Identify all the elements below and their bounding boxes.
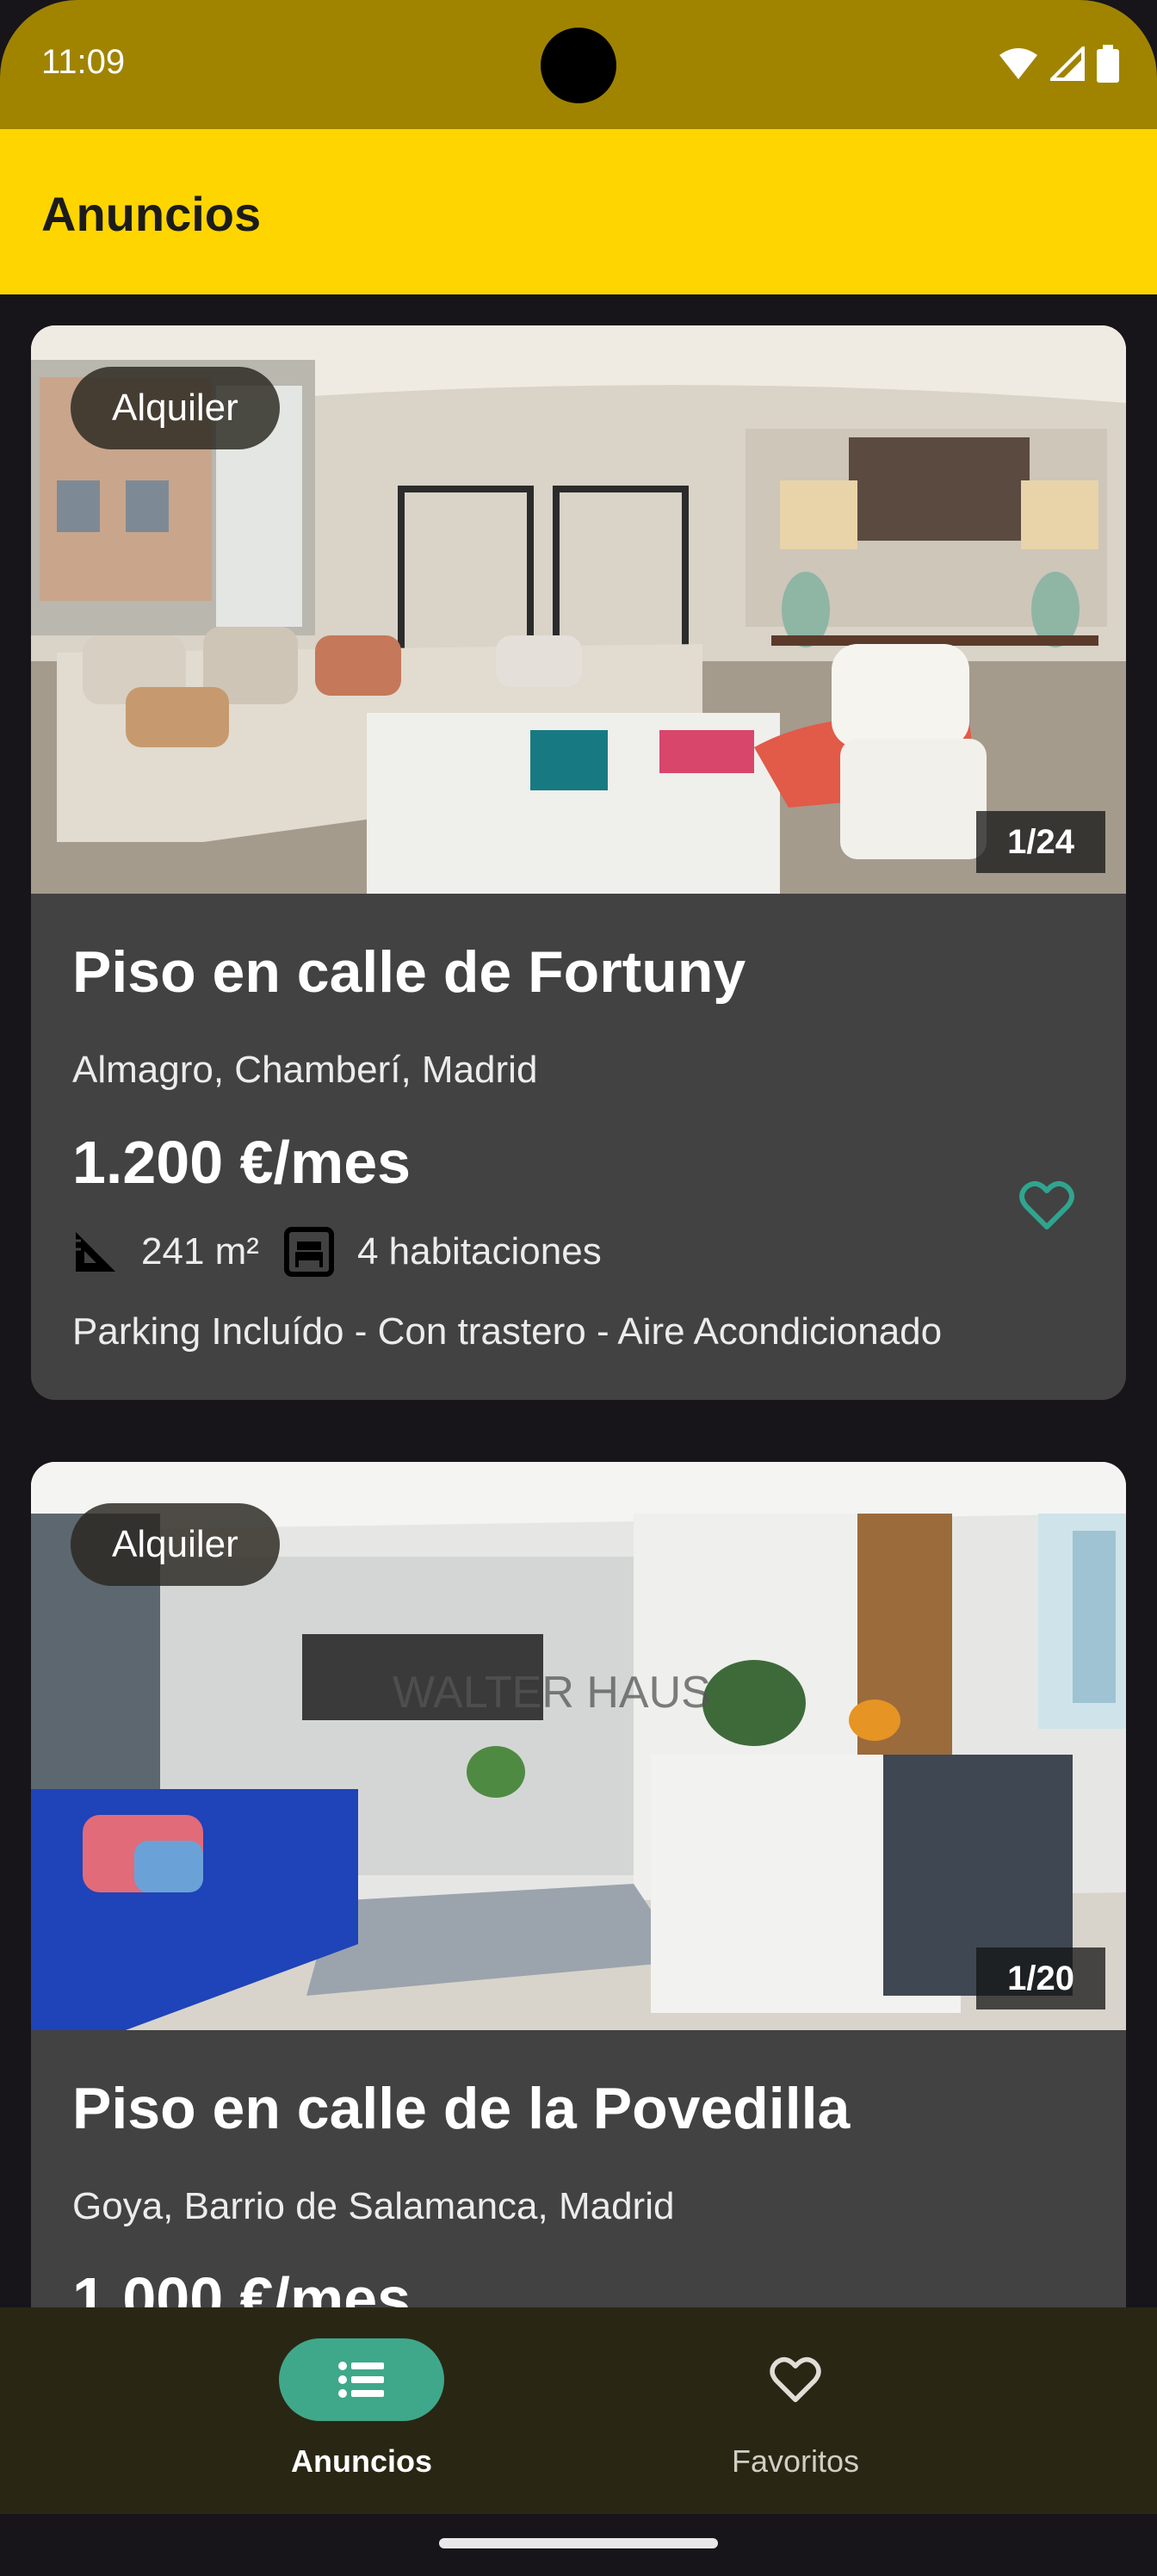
listing-features: 241 m² 4 habitaciones bbox=[72, 1224, 612, 1279]
app-bar: Anuncios bbox=[0, 129, 1157, 294]
nav-pill bbox=[713, 2338, 878, 2421]
favorite-button[interactable] bbox=[1012, 1171, 1081, 1240]
nav-label: Anuncios bbox=[290, 2443, 432, 2479]
bed-icon bbox=[283, 1227, 334, 1277]
nav-label: Favoritos bbox=[731, 2443, 860, 2479]
signal-icon bbox=[1050, 46, 1085, 81]
status-bar: 11:09 bbox=[0, 0, 1157, 129]
heart-outline-icon bbox=[1019, 1180, 1074, 1229]
nav-item-favoritos[interactable]: Favoritos bbox=[666, 2338, 925, 2493]
bottom-navigation: Anuncios Favoritos bbox=[0, 2307, 1157, 2514]
listing-type-tag: Alquiler bbox=[71, 367, 280, 449]
listings-feed[interactable]: Alquiler 1/24 Piso en calle de Fortuny A… bbox=[0, 294, 1157, 2307]
area-feature: 241 m² bbox=[72, 1229, 259, 1275]
status-time: 11:09 bbox=[41, 43, 126, 81]
list-icon bbox=[338, 2362, 384, 2398]
wifi-icon bbox=[999, 48, 1037, 79]
page-title: Anuncios bbox=[41, 187, 262, 241]
screen: 11:09 Anuncios Alquiler 1/24 Piso en cal… bbox=[0, 0, 1157, 2576]
photo-watermark: WALTER HAUS bbox=[393, 1668, 711, 1718]
area-label: 241 m² bbox=[141, 1230, 259, 1273]
battery-icon bbox=[1097, 45, 1119, 83]
listing-price: 1.000 €/mes bbox=[72, 2265, 411, 2307]
gesture-handle[interactable] bbox=[439, 2538, 718, 2548]
listing-location: Goya, Barrio de Salamanca, Madrid bbox=[72, 2185, 675, 2227]
listing-photo[interactable]: Alquiler 1/24 bbox=[31, 325, 1126, 894]
listing-type-tag: Alquiler bbox=[71, 1503, 280, 1586]
photo-counter: 1/20 bbox=[976, 1947, 1105, 2009]
listing-title: Piso en calle de Fortuny bbox=[72, 939, 746, 1005]
rooms-label: 4 habitaciones bbox=[356, 1230, 602, 1273]
status-icons bbox=[999, 45, 1119, 83]
camera-cutout bbox=[541, 28, 616, 103]
listing-card[interactable]: Alquiler 1/24 Piso en calle de Fortuny A… bbox=[31, 325, 1126, 1400]
listing-title: Piso en calle de la Povedilla bbox=[72, 2076, 851, 2141]
nav-active-indicator bbox=[279, 2338, 444, 2421]
listing-photo[interactable]: WALTER HAUS Alquiler 1/20 bbox=[31, 1462, 1126, 2030]
photo-counter: 1/24 bbox=[976, 811, 1105, 873]
nav-item-anuncios[interactable]: Anuncios bbox=[232, 2338, 491, 2493]
listing-extras: Parking Incluído - Con trastero - Aire A… bbox=[72, 1310, 943, 1353]
heart-icon bbox=[770, 2356, 821, 2403]
listing-price: 1.200 €/mes bbox=[72, 1129, 411, 1196]
listing-card[interactable]: WALTER HAUS Alquiler 1/20 Piso en calle … bbox=[31, 1462, 1126, 2307]
ruler-triangle-icon bbox=[76, 1232, 115, 1272]
listing-location: Almagro, Chamberí, Madrid bbox=[72, 1049, 538, 1091]
rooms-feature: 4 habitaciones bbox=[283, 1226, 602, 1278]
